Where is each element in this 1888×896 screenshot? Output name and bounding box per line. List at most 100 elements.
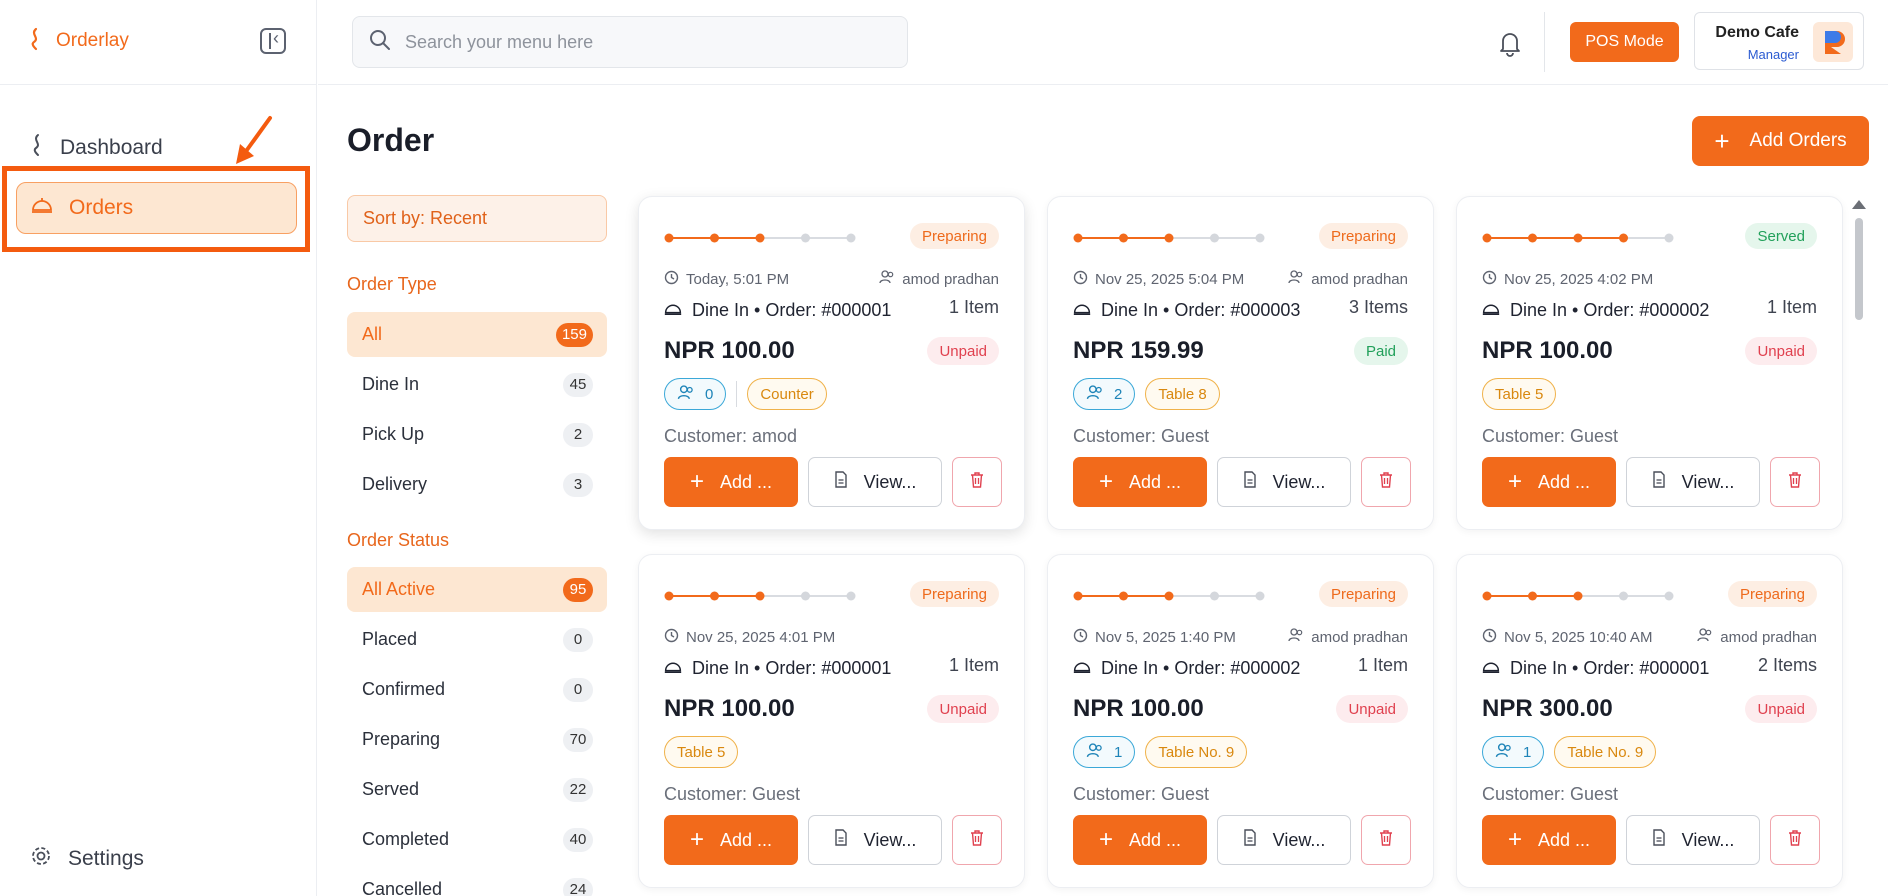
add-orders-button[interactable]: + Add Orders (1692, 116, 1869, 166)
view-order-button[interactable]: View... (1217, 457, 1351, 507)
order-meta: Nov 25, 2025 4:02 PM (1482, 269, 1817, 289)
progress-step (1210, 591, 1219, 601)
add-items-button[interactable]: + Add ... (1073, 815, 1207, 865)
trash-icon (1787, 829, 1803, 852)
order-card[interactable]: Preparing Nov 25, 2025 5:04 PM amod pradha… (1047, 196, 1434, 530)
order-time: Nov 5, 2025 1:40 PM (1095, 628, 1236, 646)
document-icon (1243, 829, 1257, 851)
cloche-icon (1482, 658, 1500, 679)
order-card[interactable]: Served Nov 25, 2025 4:02 PM Dine In • Orde… (1456, 196, 1843, 530)
add-items-button[interactable]: + Add ... (1482, 457, 1616, 507)
table-badge: Counter (747, 378, 827, 410)
order-type-heading: Order Type (347, 274, 437, 294)
order-info: Dine In • Order: #000002 1 Item (1073, 655, 1408, 681)
add-items-button[interactable]: + Add ... (664, 457, 798, 507)
progress-step (801, 233, 810, 243)
delete-order-button[interactable] (952, 815, 1002, 865)
filter-status-served[interactable]: Served 22 (347, 767, 607, 812)
filter-order-type-delivery[interactable]: Delivery 3 (347, 462, 607, 507)
delete-order-button[interactable] (1361, 815, 1411, 865)
topbar: POS Mode Demo Cafe Manager (318, 0, 1888, 85)
order-progress (1482, 233, 1674, 243)
delete-order-button[interactable] (1361, 457, 1411, 507)
order-time: Nov 5, 2025 10:40 AM (1504, 628, 1653, 646)
add-items-label: Add ... (1128, 471, 1182, 492)
order-card[interactable]: Preparing Nov 5, 2025 1:40 PM amod pradhan… (1047, 554, 1434, 888)
filter-count: 3 (563, 472, 593, 497)
filter-count: 24 (563, 877, 593, 896)
filter-order-type-pick-up[interactable]: Pick Up 2 (347, 412, 607, 457)
order-time: Nov 25, 2025 5:04 PM (1095, 270, 1245, 288)
order-meta: Nov 25, 2025 4:01 PM (664, 627, 999, 647)
order-card[interactable]: Preparing Nov 25, 2025 4:01 PM Dine In • O… (638, 554, 1025, 888)
delete-order-button[interactable] (1770, 457, 1820, 507)
brand-logo-icon (28, 27, 42, 56)
order-number: Dine In • Order: #000001 (692, 299, 892, 320)
scrollbar-thumb[interactable] (1855, 218, 1863, 320)
brand[interactable]: Orderlay (28, 26, 129, 56)
order-price: NPR 100.00 (664, 695, 795, 722)
filter-status-all-active[interactable]: All Active 95 (347, 567, 607, 612)
filter-status-confirmed[interactable]: Confirmed 0 (347, 667, 607, 712)
order-number: Dine In • Order: #000001 (692, 657, 892, 678)
filter-label: Delivery (362, 474, 428, 494)
plus-icon: + (1098, 826, 1113, 853)
status-badge: Preparing (1318, 223, 1408, 249)
delete-order-button[interactable] (1770, 815, 1820, 865)
trash-icon (1787, 471, 1803, 494)
cloche-icon (664, 658, 682, 679)
order-user: amod pradhan (1288, 269, 1408, 289)
add-items-button[interactable]: + Add ... (1482, 815, 1616, 865)
view-order-button[interactable]: View... (808, 815, 942, 865)
scroll-up-arrow-icon[interactable] (1852, 200, 1866, 209)
search-bar[interactable] (352, 16, 908, 68)
profile-menu[interactable]: Demo Cafe Manager (1694, 12, 1864, 70)
order-card[interactable]: Preparing Nov 5, 2025 10:40 AM amod pradha… (1456, 554, 1843, 888)
payment-status-badge: Unpaid (1745, 337, 1817, 365)
plus-icon: + (1507, 468, 1522, 495)
filter-status-cancelled[interactable]: Cancelled 24 (347, 867, 607, 896)
filter-order-type-dine-in[interactable]: Dine In 45 (347, 362, 607, 407)
annotation-highlight-box (2, 166, 310, 252)
filter-label: All Active (362, 579, 436, 599)
search-input[interactable] (405, 31, 885, 53)
filter-label: Served (362, 779, 420, 799)
notification-bell-icon[interactable] (1496, 28, 1524, 58)
filter-status-preparing[interactable]: Preparing 70 (347, 717, 607, 762)
order-user: amod pradhan (1697, 627, 1817, 647)
view-order-button[interactable]: View... (808, 457, 942, 507)
view-order-button[interactable]: View... (1626, 457, 1760, 507)
add-items-button[interactable]: + Add ... (664, 815, 798, 865)
cloche-icon (1073, 300, 1091, 321)
filter-count: 0 (563, 627, 593, 652)
filter-status-completed[interactable]: Completed 40 (347, 817, 607, 862)
progress-step (1528, 233, 1537, 243)
sort-dropdown[interactable]: Sort by: Recent (347, 195, 607, 242)
view-order-label: View... (1681, 471, 1735, 492)
order-price: NPR 100.00 (1073, 695, 1204, 722)
collapse-sidebar-icon[interactable] (260, 28, 286, 54)
filter-count: 95 (563, 577, 593, 602)
add-items-label: Add ... (719, 471, 773, 492)
item-count: 1 Item (1766, 297, 1817, 317)
progress-step (1482, 591, 1492, 601)
view-order-button[interactable]: View... (1217, 815, 1351, 865)
delete-order-button[interactable] (952, 457, 1002, 507)
page-title: Order (347, 122, 435, 158)
app: Orderlay Dashboard Orders Settings (0, 0, 1888, 896)
filter-order-type-all[interactable]: All 159 (347, 312, 607, 357)
filter-status-placed[interactable]: Placed 0 (347, 617, 607, 662)
progress-step (1619, 233, 1628, 243)
add-items-button[interactable]: + Add ... (1073, 457, 1207, 507)
view-order-button[interactable]: View... (1626, 815, 1760, 865)
sidebar-item-settings[interactable]: Settings (16, 833, 297, 885)
pos-mode-button[interactable]: POS Mode (1570, 22, 1679, 62)
view-order-label: View... (1272, 829, 1326, 850)
order-number: Dine In • Order: #000003 (1101, 299, 1301, 320)
order-progress (664, 233, 856, 243)
item-count: 3 Items (1348, 297, 1408, 317)
profile-name: Demo Cafe (1715, 24, 1799, 41)
order-card[interactable]: Preparing Today, 5:01 PM amod pradhan Dine … (638, 196, 1025, 530)
tag-divider (736, 381, 738, 407)
avatar (1813, 22, 1853, 62)
